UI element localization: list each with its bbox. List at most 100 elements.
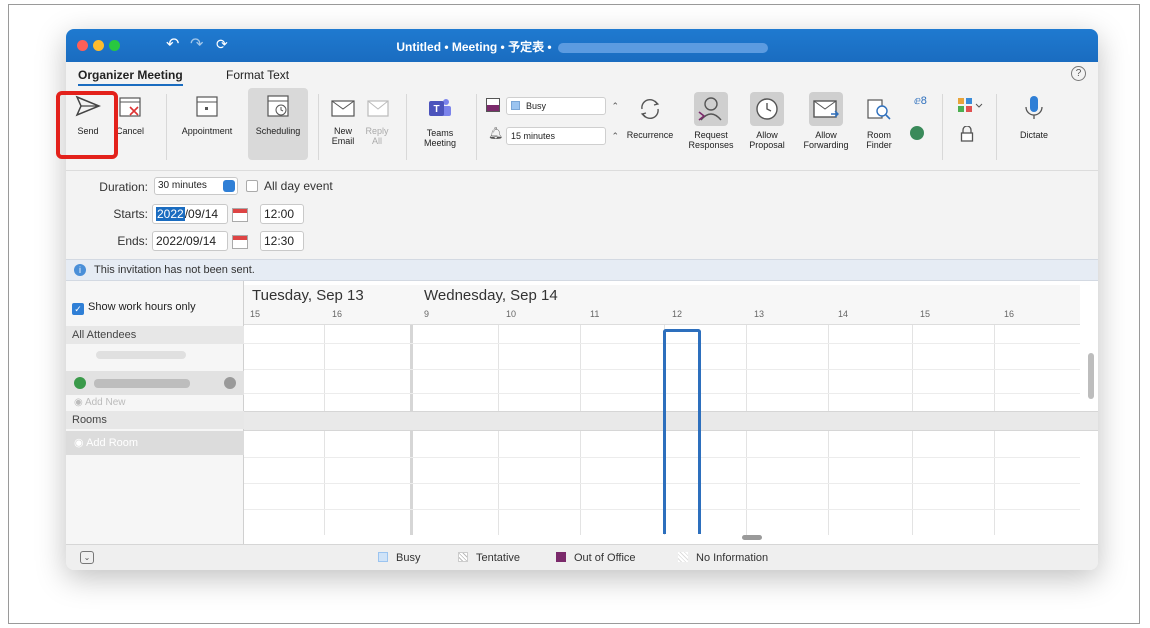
request-responses-button[interactable]: Request Responses bbox=[684, 88, 738, 150]
grid-row-line bbox=[244, 509, 1080, 510]
scheduling-button[interactable]: Scheduling bbox=[248, 88, 308, 160]
teams-meeting-button[interactable]: T Teams Meeting bbox=[418, 96, 462, 148]
ribbon: Send Cancel Appointment Scheduling New E… bbox=[66, 86, 1098, 171]
add-new-attendee[interactable]: ◉ Add New bbox=[74, 397, 126, 408]
room-finder-icon bbox=[867, 99, 891, 120]
recurrence-button[interactable]: Recurrence bbox=[626, 96, 674, 140]
no-info-swatch bbox=[678, 552, 688, 562]
add-room-row[interactable]: ◉ Add Room bbox=[66, 431, 244, 455]
legend-no-information: No Information bbox=[678, 552, 768, 564]
reply-all-button[interactable]: Reply All bbox=[362, 98, 392, 146]
hour-label: 16 bbox=[1004, 309, 1015, 319]
legend-bar: ⌄ Busy Tentative Out of Office No Inform… bbox=[66, 544, 1098, 570]
hour-label: 16 bbox=[332, 309, 343, 319]
remove-attendee-icon[interactable] bbox=[224, 377, 236, 389]
ribbon-separator bbox=[406, 94, 407, 160]
recurrence-icon bbox=[640, 98, 660, 120]
expand-icon[interactable]: ⌄ bbox=[80, 551, 94, 564]
end-time-field[interactable]: 12:30 bbox=[260, 231, 304, 251]
start-time-field[interactable]: 12:00 bbox=[260, 204, 304, 224]
reply-all-icon bbox=[367, 100, 389, 117]
hour-label: 15 bbox=[920, 309, 931, 319]
rooms-header: Rooms bbox=[66, 411, 244, 429]
all-day-checkbox[interactable] bbox=[246, 180, 258, 192]
day-header-wednesday: Wednesday, Sep 14 bbox=[424, 287, 558, 304]
new-email-button[interactable]: New Email bbox=[328, 98, 358, 146]
people-icon[interactable]: ⅇ8 bbox=[914, 94, 927, 107]
legend-busy: Busy bbox=[378, 552, 420, 564]
chevron-down-icon bbox=[223, 180, 235, 192]
show-as-color-icon bbox=[486, 98, 500, 112]
chevron-updown-icon: ⌃ bbox=[611, 101, 619, 111]
show-work-hours-row[interactable]: ✓ Show work hours only bbox=[72, 301, 196, 315]
hour-label: 15 bbox=[250, 309, 261, 319]
ribbon-separator bbox=[476, 94, 477, 160]
allow-forwarding-button[interactable]: Allow Forwarding bbox=[798, 88, 854, 150]
hour-label: 9 bbox=[424, 309, 430, 319]
meeting-form: Duration: 30 minutes All day event Start… bbox=[66, 172, 1098, 266]
globe-icon[interactable] bbox=[910, 126, 924, 140]
info-message: This invitation has not been sent. bbox=[94, 264, 255, 276]
starts-label: Starts: bbox=[113, 207, 148, 221]
redacted-attendee bbox=[96, 351, 186, 359]
svg-text:T: T bbox=[433, 104, 439, 115]
start-date-field[interactable]: 2022/09/14 bbox=[152, 204, 228, 224]
ends-label: Ends: bbox=[117, 234, 148, 248]
request-responses-icon bbox=[694, 92, 728, 126]
show-work-hours-checkbox[interactable]: ✓ bbox=[72, 303, 84, 315]
teams-icon: T bbox=[429, 99, 451, 116]
legend-tentative: Tentative bbox=[458, 552, 520, 564]
clock-icon bbox=[750, 92, 784, 126]
dictate-button[interactable]: Dictate bbox=[1012, 94, 1056, 140]
duration-label: Duration: bbox=[99, 180, 148, 194]
chevron-updown-icon: ⌃ bbox=[611, 131, 619, 141]
organizer-status-icon bbox=[74, 377, 86, 389]
tab-organizer-meeting[interactable]: Organizer Meeting bbox=[78, 68, 183, 86]
end-date-field[interactable]: 2022/09/14 bbox=[152, 231, 228, 251]
grid-row-line bbox=[244, 369, 1080, 370]
lock-icon[interactable] bbox=[960, 125, 974, 142]
allow-proposal-button[interactable]: Allow Proposal bbox=[742, 88, 792, 150]
show-as-select[interactable]: Busy ⌃ bbox=[506, 97, 619, 115]
send-highlight-box bbox=[56, 91, 118, 159]
apps-grid-icon[interactable] bbox=[958, 98, 983, 114]
duration-select[interactable]: 30 minutes bbox=[154, 177, 238, 195]
hour-label: 12 bbox=[672, 309, 683, 319]
all-day-label: All day event bbox=[264, 179, 333, 193]
grid-row-line bbox=[244, 457, 1080, 458]
meeting-time-block[interactable] bbox=[663, 329, 701, 534]
start-year-selected: 2022 bbox=[156, 207, 185, 221]
title-bar: ↶ ↷ ⟳ Untitled • Meeting • 予定表 • bbox=[66, 29, 1098, 62]
redacted-attendee-name bbox=[94, 379, 190, 388]
horizontal-scrollbar[interactable] bbox=[742, 535, 762, 540]
ribbon-separator bbox=[996, 94, 997, 160]
room-finder-button[interactable]: Room Finder bbox=[862, 96, 896, 150]
tab-format-text[interactable]: Format Text bbox=[226, 68, 289, 82]
timeline-header: Tuesday, Sep 13 Wednesday, Sep 14 15 16 … bbox=[244, 285, 1080, 325]
grid-row-line bbox=[244, 393, 1080, 394]
info-icon: i bbox=[74, 264, 86, 276]
busy-swatch bbox=[378, 552, 388, 562]
hour-label: 10 bbox=[506, 309, 517, 319]
help-icon[interactable]: ? bbox=[1071, 66, 1086, 81]
calendar-icon bbox=[196, 96, 218, 117]
forward-mail-icon bbox=[809, 92, 843, 126]
bell-icon: 🔔︎ bbox=[488, 126, 504, 140]
vertical-scrollbar[interactable] bbox=[1088, 353, 1094, 399]
calendar-picker-icon[interactable] bbox=[232, 208, 248, 222]
attendee-row[interactable] bbox=[66, 371, 244, 395]
envelope-icon bbox=[331, 100, 355, 117]
ribbon-tabs: Organizer Meeting Format Text ? bbox=[66, 62, 1098, 86]
legend-out-of-office: Out of Office bbox=[556, 552, 636, 564]
ribbon-separator bbox=[166, 94, 167, 160]
calendar-picker-icon[interactable] bbox=[232, 235, 248, 249]
scheduling-assistant: ✓ Show work hours only All Attendees ◉ Ad… bbox=[66, 281, 1098, 544]
tentative-swatch bbox=[458, 552, 468, 562]
reminder-select[interactable]: 15 minutes ⌃ bbox=[506, 127, 619, 145]
meeting-window: ↶ ↷ ⟳ Untitled • Meeting • 予定表 • Organiz… bbox=[66, 29, 1098, 570]
hour-label: 14 bbox=[838, 309, 849, 319]
calendar-cancel-icon bbox=[119, 97, 141, 117]
all-attendees-header: All Attendees bbox=[66, 326, 244, 344]
hour-label: 11 bbox=[590, 309, 600, 319]
appointment-button[interactable]: Appointment bbox=[174, 94, 240, 136]
